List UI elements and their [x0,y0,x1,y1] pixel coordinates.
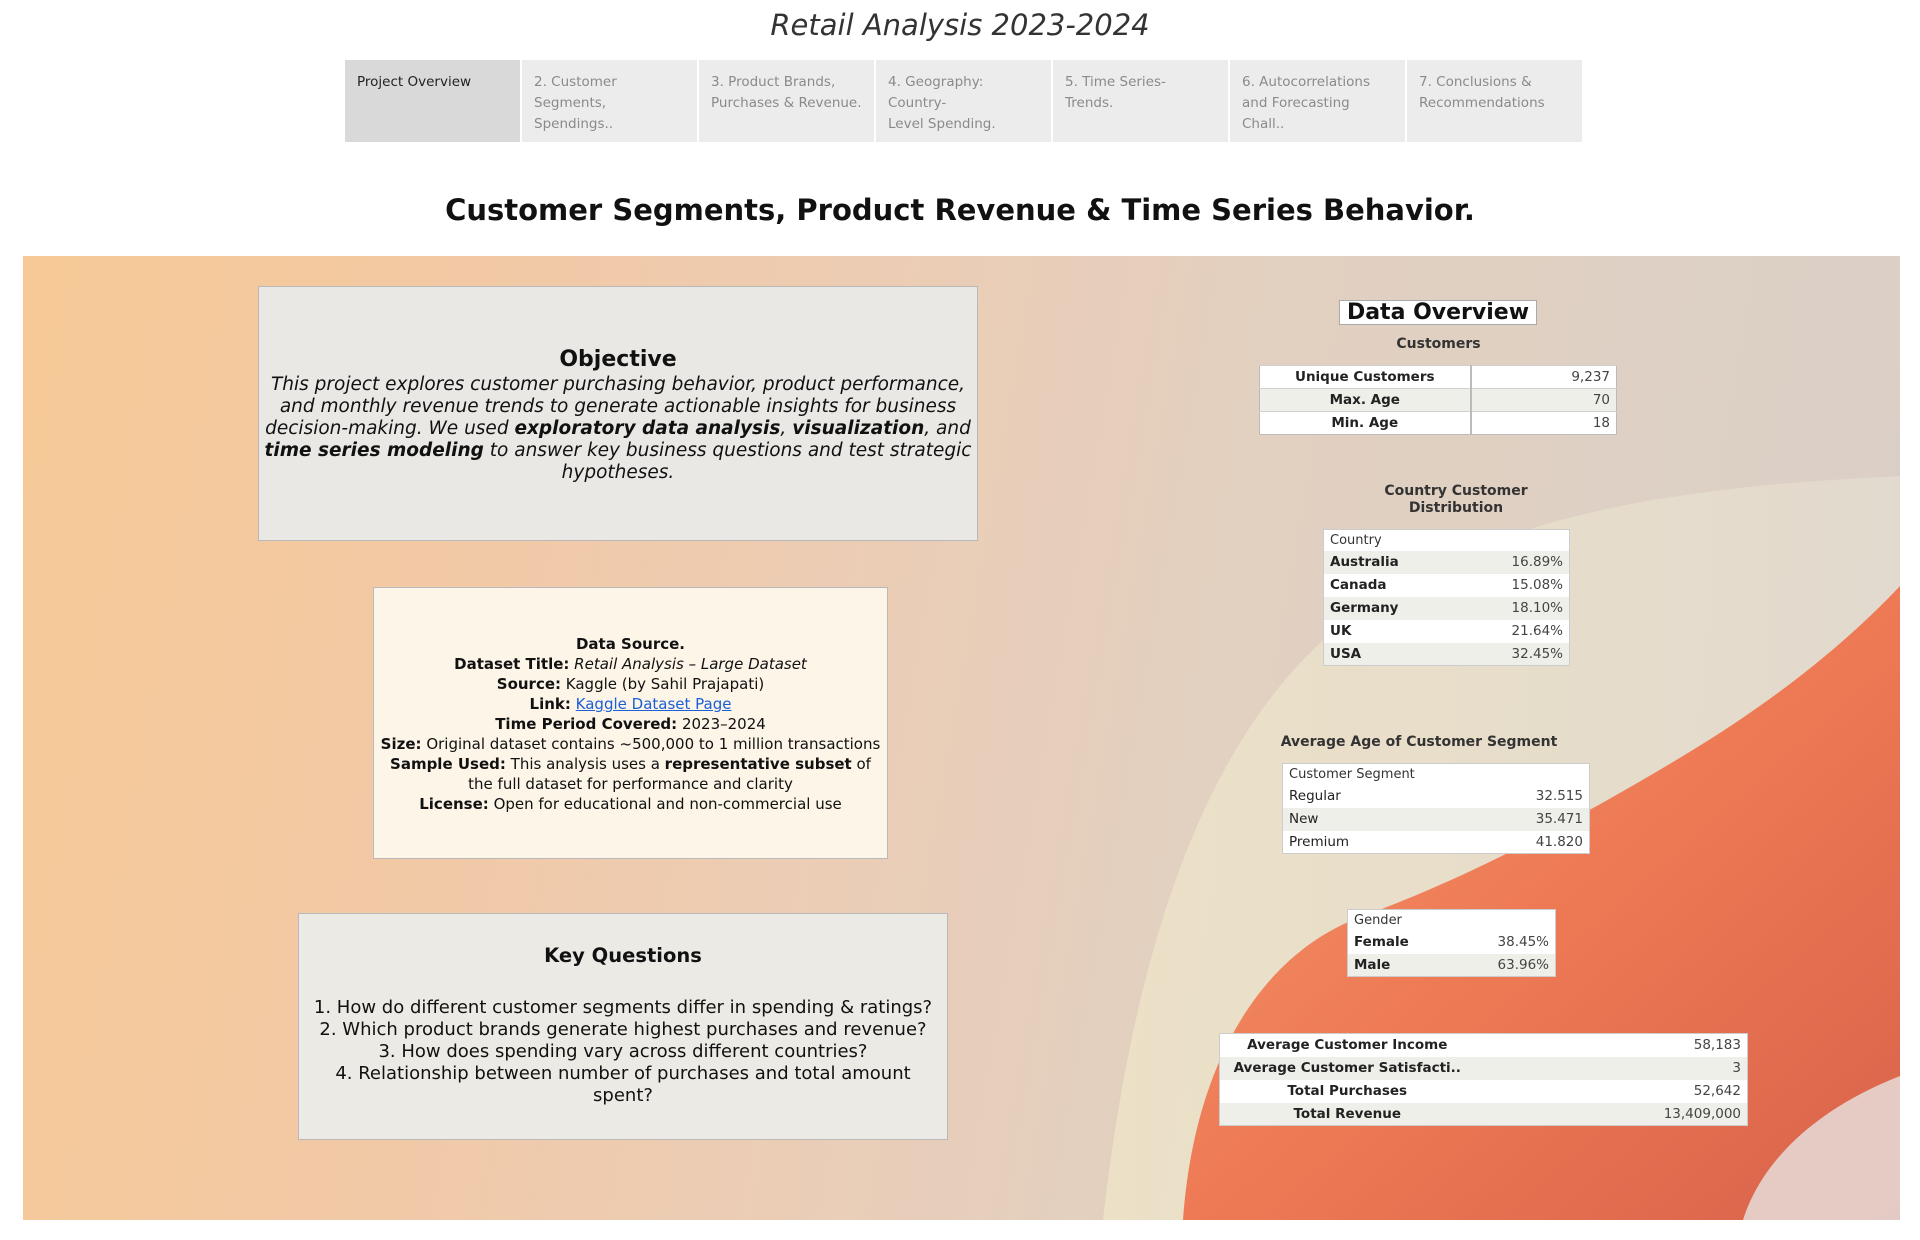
gender-table: Gender Female 38.45% Male 63.96% [1347,909,1556,977]
country-table: Country Australia 16.89% Canada 15.08% Ger… [1323,529,1570,666]
data-overview-title: Data Overview [1339,300,1537,325]
tab-label: Segments, Spendings.. [534,95,614,132]
story-tabs: Project Overview 2. Customer Segments, S… [345,60,1582,142]
table-header: Gender [1347,909,1556,931]
objective-panel: Objective This project explores customer… [258,286,978,541]
period-line: Time Period Covered: 2023–2024 [495,715,766,733]
customers-caption: Customers [1396,336,1481,352]
sample-line: Sample Used: This analysis uses a repres… [390,755,871,773]
tab-time-series[interactable]: 5. Time Series- Trends. [1053,60,1228,142]
tab-conclusions[interactable]: 7. Conclusions & Recommendations [1407,60,1582,142]
segment-table: Customer Segment Regular 32.515 New 35.471… [1282,763,1590,854]
table-header: Country [1323,529,1570,551]
tab-geography[interactable]: 4. Geography: Country- Level Spending. [876,60,1051,142]
tab-label: and Forecasting Chall.. [1242,95,1350,132]
data-source-heading: Data Source. [575,635,686,653]
table-row: Female 38.45% [1347,930,1556,954]
data-source-panel: Data Source. Dataset Title: Retail Analy… [373,587,888,859]
table-row: Male 63.96% [1347,953,1556,977]
question-item: 3. How does spending vary across differe… [378,1041,868,1062]
table-row: Australia 16.89% [1323,550,1570,574]
app-title: Retail Analysis 2023-2024 [770,8,1150,42]
tab-label: 3. Product Brands, [711,74,836,90]
tab-project-overview[interactable]: Project Overview [345,60,520,142]
tab-label: 2. Customer [534,74,617,90]
table-row: Germany 18.10% [1323,596,1570,620]
license-line: License: Open for educational and non-co… [419,795,842,813]
tab-label: Project Overview [357,74,472,90]
segment-caption: Average Age of Customer Segment [1280,734,1558,750]
objective-text: This project explores customer purchasin… [264,374,972,483]
dashboard-canvas: Objective This project explores customer… [23,256,1900,1220]
tab-label: Purchases & Revenue. [711,95,862,111]
question-item: 4. Relationship between number of purcha… [335,1063,911,1106]
key-questions-heading: Key Questions [544,944,702,967]
table-row: Premium 41.820 [1282,830,1590,854]
kpi-table: Average Customer Income 58,183 Average Cu… [1219,1033,1748,1126]
tab-autocorrelations[interactable]: 6. Autocorrelations and Forecasting Chal… [1230,60,1405,142]
size-line: Size: Original dataset contains ~500,000… [380,735,881,753]
table-row: Unique Customers 9,237 [1259,365,1617,389]
table-row: Average Customer Income 58,183 [1219,1033,1748,1057]
table-row: Max. Age 70 [1259,388,1617,412]
table-row: New 35.471 [1282,807,1590,831]
customers-table: Unique Customers 9,237 Max. Age 70 Min. Ag… [1259,365,1617,435]
tab-label: Level Spending. [888,116,996,132]
tab-product-brands[interactable]: 3. Product Brands, Purchases & Revenue. [699,60,874,142]
table-row: Min. Age 18 [1259,411,1617,435]
tab-customer-segments[interactable]: 2. Customer Segments, Spendings.. [522,60,697,142]
table-row: Regular 32.515 [1282,784,1590,808]
table-row: Total Purchases 52,642 [1219,1079,1748,1103]
country-caption: Country Customer Distribution [1384,483,1528,516]
table-row: UK 21.64% [1323,619,1570,643]
kaggle-dataset-link[interactable]: Kaggle Dataset Page [576,695,732,713]
question-item: 2. Which product brands generate highest… [319,1019,927,1040]
key-questions-panel: Key Questions 1. How do different custom… [298,913,948,1140]
tab-label: 6. Autocorrelations [1242,74,1370,90]
table-row: USA 32.45% [1323,642,1570,666]
dashboard-title: Customer Segments, Product Revenue & Tim… [445,193,1475,227]
objective-heading: Objective [559,347,677,372]
link-line: Link: Kaggle Dataset Page [529,695,732,713]
tab-label: 7. Conclusions & [1419,74,1532,90]
table-header: Customer Segment [1282,763,1590,785]
table-row: Canada 15.08% [1323,573,1570,597]
table-row: Total Revenue 13,409,000 [1219,1102,1748,1126]
tab-label: Recommendations [1419,95,1545,111]
tab-label: 4. Geography: Country- [888,74,984,111]
question-item: 1. How do different customer segments di… [313,997,933,1018]
table-row: Average Customer Satisfacti.. 3 [1219,1056,1748,1080]
sample-line-cont: the full dataset for performance and cla… [468,775,793,793]
dataset-title-line: Dataset Title: Retail Analysis – Large D… [454,655,807,673]
tab-label: 5. Time Series- Trends. [1065,74,1166,111]
source-line: Source: Kaggle (by Sahil Prajapati) [496,675,765,693]
